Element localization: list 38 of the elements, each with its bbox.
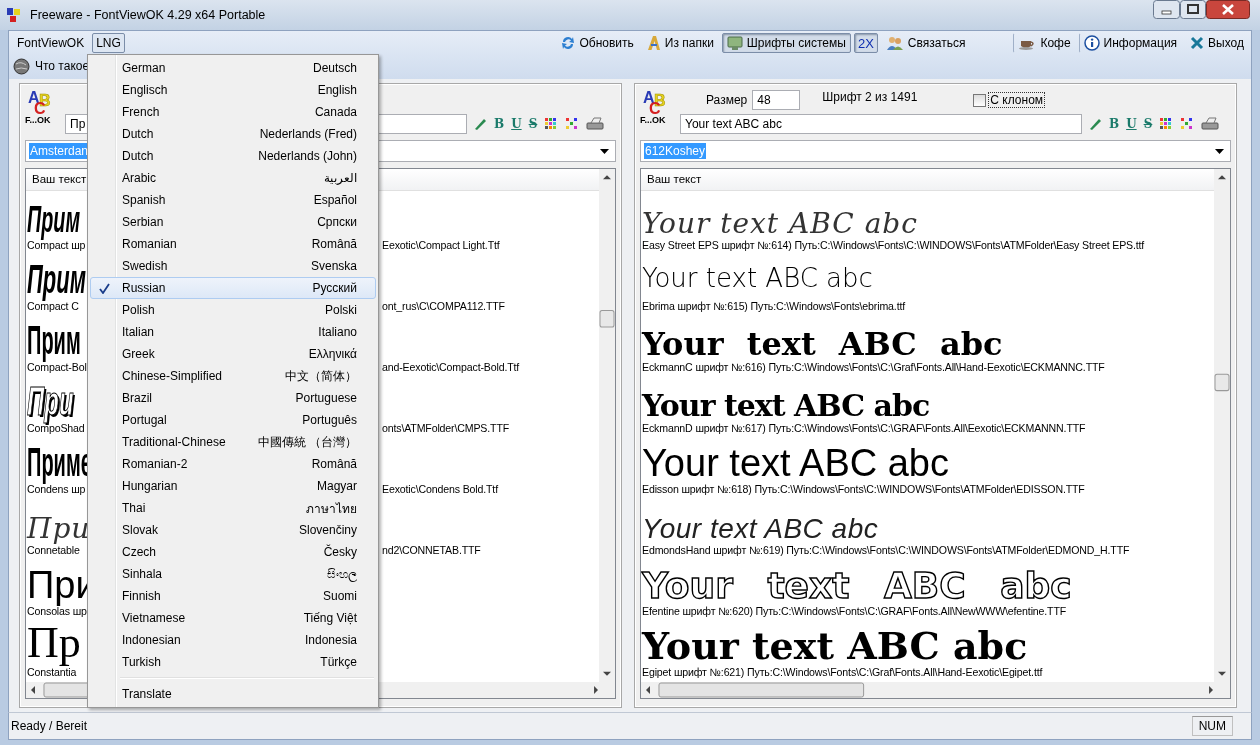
font-caption: EckmannD шрифт №:617) Путь:C:\Windows\Fonts\C:\GRAF\Fonts.All\Eexotic\ECKMANNN.TTF bbox=[642, 422, 1086, 434]
font-sample: Your text ABC abc bbox=[642, 328, 1003, 360]
font-caption: Egipet шрифт №:621) Путь:C:\Windows\Fonts\C:\Graf\Fonts.All\Hand-Eexotic\Egipet.ttf bbox=[642, 666, 1043, 678]
font-caption: Compact-Bol bbox=[27, 361, 87, 374]
font-sample: Your text ABC abc bbox=[642, 391, 930, 421]
font-counter: Шрифт 2 из 1491 bbox=[822, 90, 918, 104]
font-caption: onts\ATMFolder\CMPS.TTF bbox=[382, 421, 510, 435]
font-sample: Прим bbox=[27, 259, 86, 299]
font-caption: Easy Street EPS шрифт №:614) Путь:C:\Windows\Fonts\C:\WINDOWS\Fonts\ATMFolder\Easy Street EPS.ttf bbox=[642, 239, 1145, 251]
font-caption: Connetable bbox=[27, 544, 80, 557]
status-text: Ready / Bereit bbox=[11, 719, 88, 733]
font-sample: Your text ABC abc bbox=[642, 568, 1072, 604]
font-caption: Eexotic\Compact Light.Ttf bbox=[382, 238, 500, 252]
font-caption: and-Eexotic\Compact-Bold.Ttf bbox=[382, 360, 520, 374]
font-caption: Efentine шрифт №:620) Путь:C:\Windows\Fonts\C:\GRAF\Fonts.All\NewWWW\efentine.TTF bbox=[642, 605, 1067, 617]
font-caption: EdmondsHand шрифт №:619) Путь:C:\Windows\Fonts\C:\WINDOWS\Fonts\ATMFolder\EDMOND_H.TTF bbox=[642, 544, 1130, 556]
font-caption: Edisson шрифт №:618) Путь:C:\Windows\Fonts\C:\WINDOWS\Fonts\ATMFolder\EDISSON.TTF bbox=[642, 483, 1085, 495]
font-caption: Ebrima шрифт №:615) Путь:C:\Windows\Fonts\ebrima.ttf bbox=[642, 300, 905, 312]
window-title: Freeware - FontViewOK 4.29 x64 Portable bbox=[30, 8, 266, 22]
font-caption: Constantia bbox=[27, 666, 77, 679]
font-caption: nd2\CONNETAB.TTF bbox=[382, 543, 481, 557]
font-sample: Your text ABC abc bbox=[642, 627, 1028, 665]
font-caption: Compact шр bbox=[27, 239, 86, 252]
num-lock-indicator: NUM bbox=[1191, 716, 1233, 736]
font-sample: Пр bbox=[27, 621, 81, 665]
font-caption: Condens шр bbox=[27, 483, 86, 496]
font-caption: EckmannC шрифт №:616) Путь:C:\Windows\Fonts\C:\Graf\Fonts.All\Hand-Eexotic\ECKMANNC.TTF bbox=[642, 361, 1105, 373]
font-sample: Прим bbox=[27, 320, 81, 360]
font-caption: Compact C bbox=[27, 300, 79, 313]
font-sample: Your text ABC abc bbox=[642, 515, 879, 543]
size-label: Размер bbox=[706, 93, 748, 107]
font-caption: ont_rus\C\COMPA112.TTF bbox=[382, 299, 505, 313]
font-sample: Your text ABC abc bbox=[642, 444, 949, 482]
font-sample: Your text ABC abc bbox=[642, 265, 873, 291]
font-sample: При bbox=[27, 515, 91, 543]
font-caption: Consolas шр bbox=[27, 605, 87, 618]
font-caption: Eexotic\Condens Bold.Ttf bbox=[382, 482, 498, 496]
font-sample: Your text ABC abc bbox=[642, 210, 918, 238]
